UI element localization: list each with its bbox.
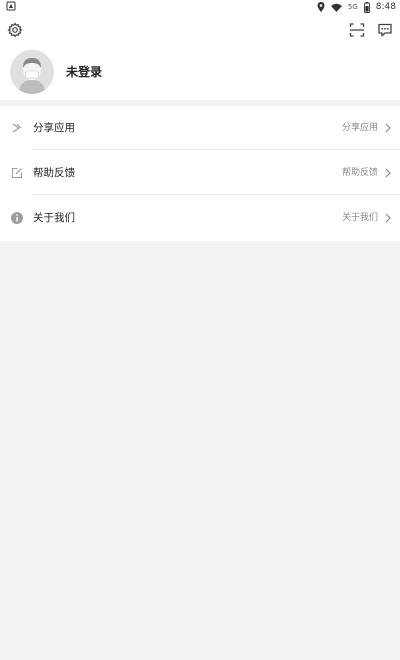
share-arrow-icon (12, 123, 22, 133)
chevron-right-icon (385, 123, 391, 133)
menu-item-label: 关于我们 (33, 212, 75, 224)
menu-item-value: 关于我们 (341, 213, 378, 223)
default-avatar-icon (10, 50, 54, 94)
info-icon (11, 212, 23, 224)
divider (33, 194, 400, 195)
divider (33, 149, 400, 150)
location-icon (317, 2, 325, 12)
chevron-right-icon (385, 213, 391, 223)
settings-menu: 分享应用 分享应用 帮助反馈 帮助反馈 关于我们 关于我们 (0, 106, 400, 241)
chevron-right-icon (385, 168, 391, 178)
avatar[interactable] (10, 50, 54, 94)
menu-item-value: 帮助反馈 (341, 168, 378, 178)
login-status-label[interactable]: 未登录 (66, 64, 102, 80)
wifi-icon (330, 3, 342, 12)
scan-icon (349, 23, 365, 37)
menu-item-label: 帮助反馈 (33, 167, 75, 179)
menu-item-about-us[interactable]: 关于我们 关于我们 (0, 196, 400, 240)
settings-button[interactable] (4, 19, 26, 41)
messages-button[interactable] (374, 19, 396, 41)
chat-icon (378, 23, 392, 37)
menu-item-share-app[interactable]: 分享应用 分享应用 (0, 106, 400, 150)
gear-icon (7, 22, 23, 38)
battery-icon (363, 1, 370, 13)
network-label: 5G (347, 3, 358, 11)
clock: 8:48 (375, 2, 396, 12)
status-bar: 5G 8:48 (0, 0, 400, 14)
menu-item-help-feedback[interactable]: 帮助反馈 帮助反馈 (0, 151, 400, 195)
notification-icon (6, 1, 16, 11)
scan-button[interactable] (346, 19, 368, 41)
profile-header: 未登录 (0, 14, 400, 100)
edit-icon (11, 167, 23, 179)
menu-item-value: 分享应用 (341, 123, 378, 133)
menu-item-label: 分享应用 (33, 122, 75, 134)
